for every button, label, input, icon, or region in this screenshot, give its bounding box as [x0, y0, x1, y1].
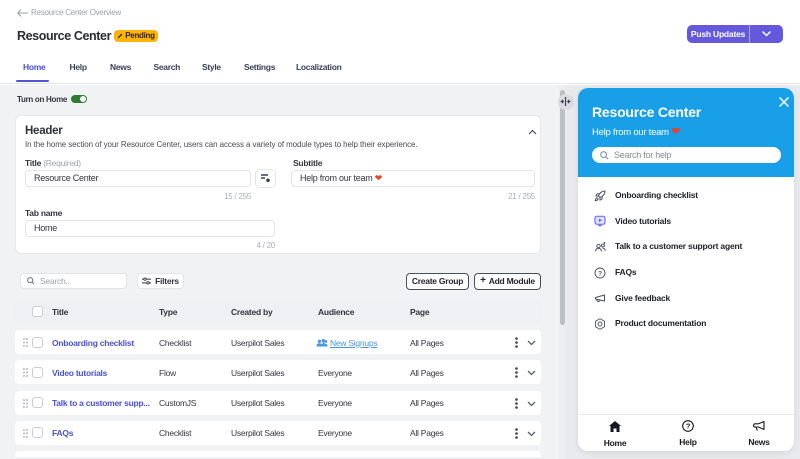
svg-text:?: ?: [686, 422, 691, 431]
svg-text:?: ?: [598, 270, 602, 277]
